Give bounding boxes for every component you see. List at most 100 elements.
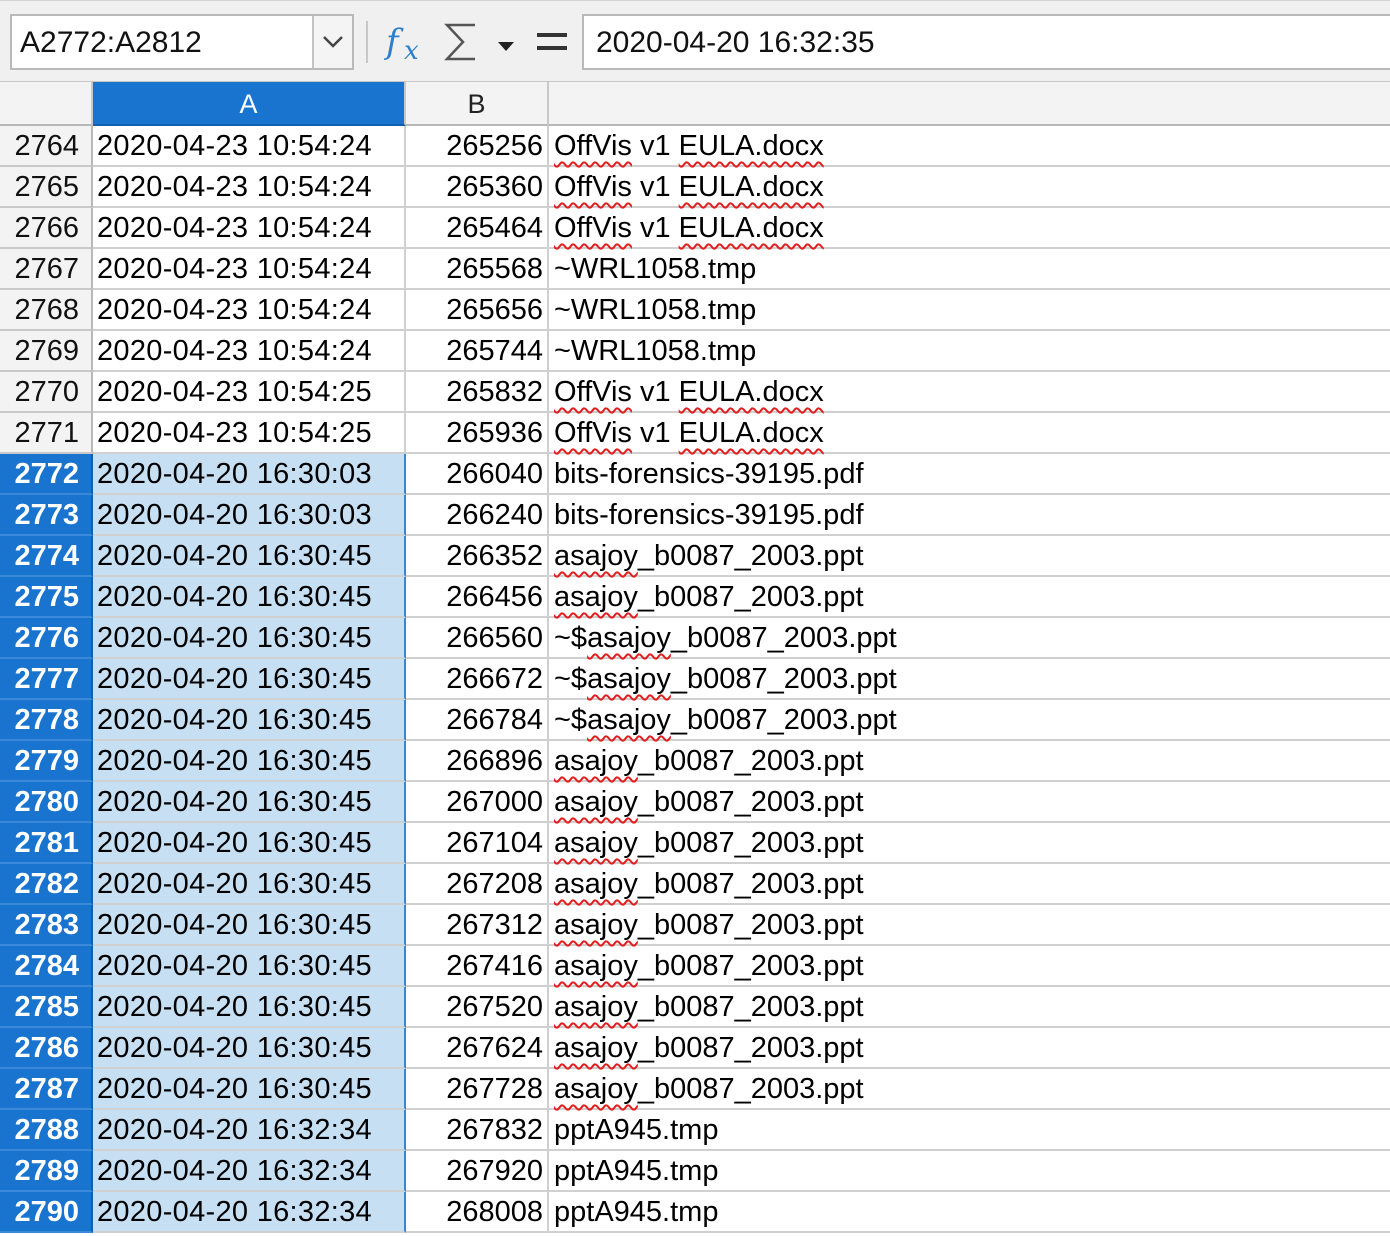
- row-header[interactable]: 2780: [0, 782, 93, 823]
- cell-a[interactable]: 2020-04-20 16:30:45: [93, 1028, 406, 1069]
- row-header[interactable]: 2787: [0, 1069, 93, 1110]
- cell-b[interactable]: 267312: [406, 905, 549, 946]
- cell-b[interactable]: 266896: [406, 741, 549, 782]
- row-header[interactable]: 2790: [0, 1192, 93, 1233]
- cell-a[interactable]: 2020-04-23 10:54:24: [93, 331, 406, 372]
- cell-c[interactable]: asajoy_b0087_2003.ppt: [549, 1028, 1390, 1069]
- cell-b[interactable]: 266672: [406, 659, 549, 700]
- cell-a[interactable]: 2020-04-20 16:30:45: [93, 618, 406, 659]
- cell-c[interactable]: asajoy_b0087_2003.ppt: [549, 741, 1390, 782]
- cell-c[interactable]: asajoy_b0087_2003.ppt: [549, 782, 1390, 823]
- cell-b[interactable]: 267104: [406, 823, 549, 864]
- cell-c[interactable]: bits-forensics-39195.pdf: [549, 495, 1390, 536]
- cell-c[interactable]: pptA945.tmp: [549, 1151, 1390, 1192]
- cell-a[interactable]: 2020-04-20 16:30:45: [93, 700, 406, 741]
- select-all-corner[interactable]: [0, 82, 93, 126]
- cell-a[interactable]: 2020-04-20 16:30:45: [93, 823, 406, 864]
- cell-b[interactable]: 265832: [406, 372, 549, 413]
- cell-c[interactable]: asajoy_b0087_2003.ppt: [549, 905, 1390, 946]
- cell-c[interactable]: OffVis v1 EULA.docx: [549, 372, 1390, 413]
- cell-c[interactable]: asajoy_b0087_2003.ppt: [549, 1069, 1390, 1110]
- cell-c[interactable]: asajoy_b0087_2003.ppt: [549, 536, 1390, 577]
- row-header[interactable]: 2786: [0, 1028, 93, 1069]
- cell-b[interactable]: 266040: [406, 454, 549, 495]
- cell-b[interactable]: 266352: [406, 536, 549, 577]
- row-header[interactable]: 2783: [0, 905, 93, 946]
- column-header-b[interactable]: B: [406, 82, 549, 126]
- cell-a[interactable]: 2020-04-20 16:30:45: [93, 1069, 406, 1110]
- cell-b[interactable]: 266560: [406, 618, 549, 659]
- cell-a[interactable]: 2020-04-20 16:30:45: [93, 905, 406, 946]
- function-wizard-button[interactable]: f x: [384, 17, 430, 67]
- row-header[interactable]: 2778: [0, 700, 93, 741]
- cell-c[interactable]: OffVis v1 EULA.docx: [549, 208, 1390, 249]
- cell-a[interactable]: 2020-04-23 10:54:25: [93, 413, 406, 454]
- row-header[interactable]: 2782: [0, 864, 93, 905]
- cell-a[interactable]: 2020-04-20 16:32:34: [93, 1151, 406, 1192]
- cell-a[interactable]: 2020-04-23 10:54:24: [93, 167, 406, 208]
- cell-c[interactable]: asajoy_b0087_2003.ppt: [549, 823, 1390, 864]
- cell-a[interactable]: 2020-04-23 10:54:25: [93, 372, 406, 413]
- row-header[interactable]: 2771: [0, 413, 93, 454]
- column-header-c[interactable]: [549, 82, 1390, 126]
- cell-c[interactable]: OffVis v1 EULA.docx: [549, 126, 1390, 167]
- cell-c[interactable]: OffVis v1 EULA.docx: [549, 167, 1390, 208]
- cell-b[interactable]: 267208: [406, 864, 549, 905]
- cell-b[interactable]: 267920: [406, 1151, 549, 1192]
- formula-button[interactable]: [532, 19, 572, 65]
- row-header[interactable]: 2788: [0, 1110, 93, 1151]
- cell-c[interactable]: asajoy_b0087_2003.ppt: [549, 864, 1390, 905]
- formula-input[interactable]: 2020-04-20 16:32:35: [582, 14, 1390, 70]
- cell-a[interactable]: 2020-04-23 10:54:24: [93, 126, 406, 167]
- cell-b[interactable]: 267624: [406, 1028, 549, 1069]
- sum-button[interactable]: [441, 17, 481, 67]
- cell-c[interactable]: pptA945.tmp: [549, 1192, 1390, 1233]
- cell-a[interactable]: 2020-04-20 16:30:45: [93, 741, 406, 782]
- cell-b[interactable]: 265656: [406, 290, 549, 331]
- name-box[interactable]: A2772:A2812: [10, 14, 354, 70]
- name-box-value[interactable]: A2772:A2812: [20, 16, 202, 68]
- cell-a[interactable]: 2020-04-20 16:30:45: [93, 577, 406, 618]
- row-header[interactable]: 2779: [0, 741, 93, 782]
- row-header[interactable]: 2781: [0, 823, 93, 864]
- name-box-dropdown-button[interactable]: [312, 16, 352, 68]
- row-header[interactable]: 2765: [0, 167, 93, 208]
- row-header[interactable]: 2789: [0, 1151, 93, 1192]
- row-header[interactable]: 2774: [0, 536, 93, 577]
- cell-a[interactable]: 2020-04-20 16:30:03: [93, 454, 406, 495]
- row-header[interactable]: 2767: [0, 249, 93, 290]
- cell-b[interactable]: 267416: [406, 946, 549, 987]
- cell-b[interactable]: 265568: [406, 249, 549, 290]
- cell-c[interactable]: ~$asajoy_b0087_2003.ppt: [549, 659, 1390, 700]
- cell-c[interactable]: OffVis v1 EULA.docx: [549, 413, 1390, 454]
- cell-a[interactable]: 2020-04-23 10:54:24: [93, 208, 406, 249]
- row-header[interactable]: 2764: [0, 126, 93, 167]
- cell-c[interactable]: ~$asajoy_b0087_2003.ppt: [549, 618, 1390, 659]
- cell-a[interactable]: 2020-04-20 16:30:45: [93, 659, 406, 700]
- cell-b[interactable]: 266456: [406, 577, 549, 618]
- cell-a[interactable]: 2020-04-20 16:30:03: [93, 495, 406, 536]
- cell-c[interactable]: asajoy_b0087_2003.ppt: [549, 946, 1390, 987]
- cell-a[interactable]: 2020-04-20 16:30:45: [93, 946, 406, 987]
- row-header[interactable]: 2772: [0, 454, 93, 495]
- formula-input-value[interactable]: 2020-04-20 16:32:35: [596, 16, 875, 68]
- cell-c[interactable]: ~$asajoy_b0087_2003.ppt: [549, 700, 1390, 741]
- cell-a[interactable]: 2020-04-23 10:54:24: [93, 290, 406, 331]
- cell-b[interactable]: 265256: [406, 126, 549, 167]
- cell-c[interactable]: ~WRL1058.tmp: [549, 331, 1390, 372]
- cell-b[interactable]: 267000: [406, 782, 549, 823]
- cell-c[interactable]: ~WRL1058.tmp: [549, 249, 1390, 290]
- cell-c[interactable]: pptA945.tmp: [549, 1110, 1390, 1151]
- column-header-a[interactable]: A: [93, 82, 406, 126]
- row-header[interactable]: 2769: [0, 331, 93, 372]
- cell-a[interactable]: 2020-04-20 16:32:34: [93, 1110, 406, 1151]
- row-header[interactable]: 2766: [0, 208, 93, 249]
- cell-a[interactable]: 2020-04-20 16:30:45: [93, 987, 406, 1028]
- cell-c[interactable]: bits-forensics-39195.pdf: [549, 454, 1390, 495]
- row-header[interactable]: 2770: [0, 372, 93, 413]
- cell-b[interactable]: 265744: [406, 331, 549, 372]
- cell-a[interactable]: 2020-04-20 16:32:34: [93, 1192, 406, 1233]
- cell-b[interactable]: 267832: [406, 1110, 549, 1151]
- row-header[interactable]: 2776: [0, 618, 93, 659]
- cell-a[interactable]: 2020-04-23 10:54:24: [93, 249, 406, 290]
